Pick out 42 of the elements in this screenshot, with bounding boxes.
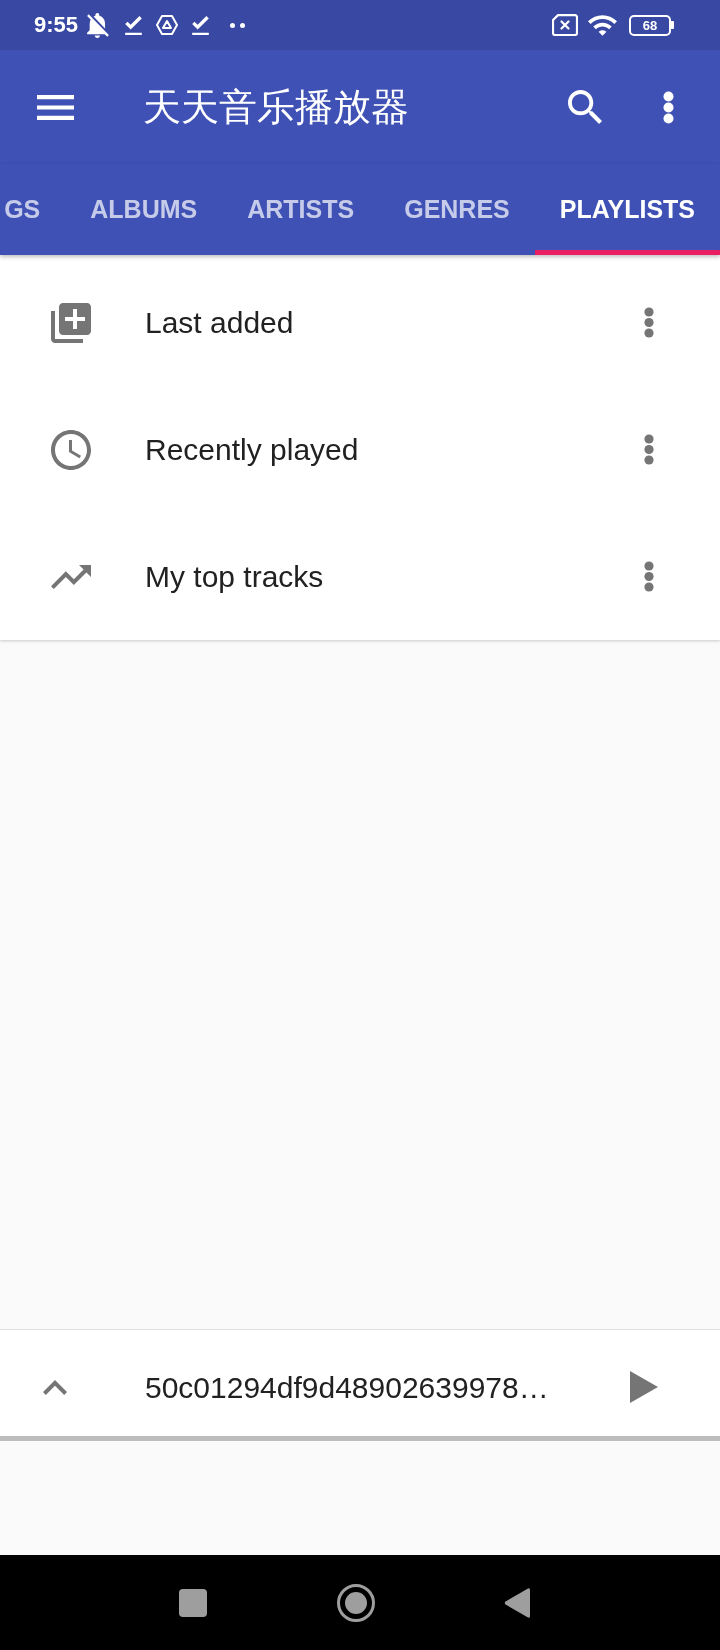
tab[interactable]: ALBUMS	[65, 164, 223, 255]
back-triangle-icon	[504, 1586, 530, 1619]
menu-button[interactable]	[37, 94, 74, 120]
muted-bell-icon	[87, 12, 110, 38]
search-button[interactable]	[568, 90, 602, 124]
more-options-icon	[663, 90, 674, 124]
triangle-hexagon-icon	[156, 15, 179, 35]
square-icon	[179, 1588, 207, 1617]
expand-button[interactable]	[43, 1379, 67, 1395]
recents-button[interactable]	[179, 1588, 207, 1617]
playlist-name[interactable]: Last added	[145, 307, 294, 338]
download-done-icon	[125, 15, 143, 35]
clock-icon	[51, 429, 91, 470]
track-title[interactable]: 50c01294df9d48902639978…	[145, 1373, 549, 1403]
trending-up-icon	[51, 564, 91, 589]
download-done-icon	[192, 15, 210, 35]
row-menu-button[interactable]	[644, 434, 654, 465]
app-title: 天天音乐播放器	[143, 88, 409, 126]
menu-icon	[37, 94, 74, 120]
row-menu-button[interactable]	[644, 307, 654, 338]
chevron-up-icon	[43, 1379, 67, 1395]
sim-card-x-icon	[552, 14, 578, 36]
search-icon	[568, 90, 602, 124]
more-options-icon	[644, 434, 654, 465]
wifi-icon	[588, 14, 617, 36]
tab[interactable]: ARTISTS	[222, 164, 380, 255]
back-button[interactable]	[504, 1586, 530, 1619]
playlist-name[interactable]: My top tracks	[145, 561, 324, 592]
battery-indicator: 68	[629, 14, 674, 36]
tab[interactable]: GS	[4, 164, 66, 255]
library-add-icon	[51, 302, 91, 343]
more-options-icon	[644, 307, 654, 338]
home-button[interactable]	[337, 1583, 375, 1622]
playlist-name[interactable]: Recently played	[145, 434, 359, 465]
play-button[interactable]	[630, 1371, 658, 1403]
row-menu-button[interactable]	[644, 561, 654, 592]
tab[interactable]: GENRES	[379, 164, 535, 255]
more-options-button[interactable]	[663, 90, 674, 124]
status-time: 9:55	[34, 14, 79, 36]
more-dots-icon	[230, 22, 246, 28]
home-circle-icon	[337, 1583, 375, 1622]
more-options-icon	[644, 561, 654, 592]
